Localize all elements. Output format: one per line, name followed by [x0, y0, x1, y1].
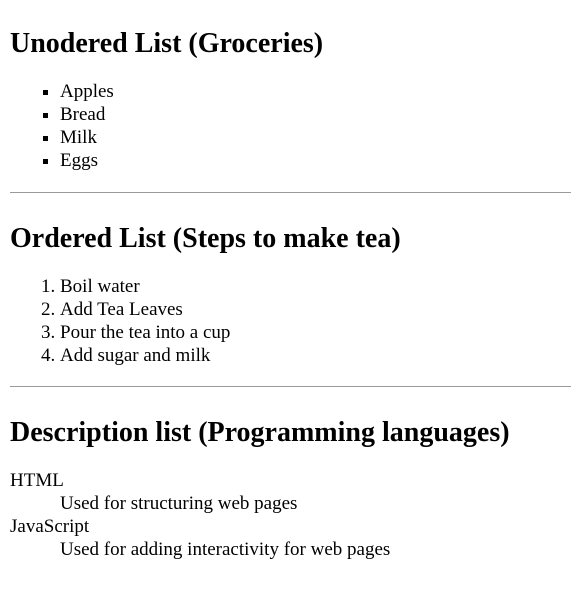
- section-divider: [10, 192, 571, 193]
- languages-heading: Description list (Programming languages): [10, 417, 510, 448]
- tea-steps-list: Boil water Add Tea Leaves Pour the tea i…: [10, 275, 571, 367]
- language-term: HTML: [10, 470, 64, 491]
- tea-steps-heading: Ordered List (Steps to make tea): [10, 223, 401, 254]
- language-description: Used for adding interactivity for web pa…: [60, 539, 391, 560]
- language-term: JavaScript: [10, 516, 90, 537]
- tea-step: Add sugar and milk: [60, 344, 571, 367]
- grocery-item: Apples: [60, 80, 571, 103]
- page-content: Unodered List (Groceries) Apples Bread M…: [0, 0, 571, 561]
- grocery-item: Bread: [60, 103, 571, 126]
- tea-step: Pour the tea into a cup: [60, 321, 571, 344]
- grocery-item: Milk: [60, 126, 571, 149]
- tea-step: Boil water: [60, 275, 571, 298]
- tea-step: Add Tea Leaves: [60, 298, 571, 321]
- language-description: Used for structuring web pages: [60, 493, 298, 514]
- languages-description-list: HTML Used for structuring web pages Java…: [10, 469, 571, 561]
- groceries-heading: Unodered List (Groceries): [10, 28, 324, 59]
- grocery-item: Eggs: [60, 149, 571, 172]
- grocery-list: Apples Bread Milk Eggs: [10, 80, 571, 172]
- section-divider: [10, 386, 571, 387]
